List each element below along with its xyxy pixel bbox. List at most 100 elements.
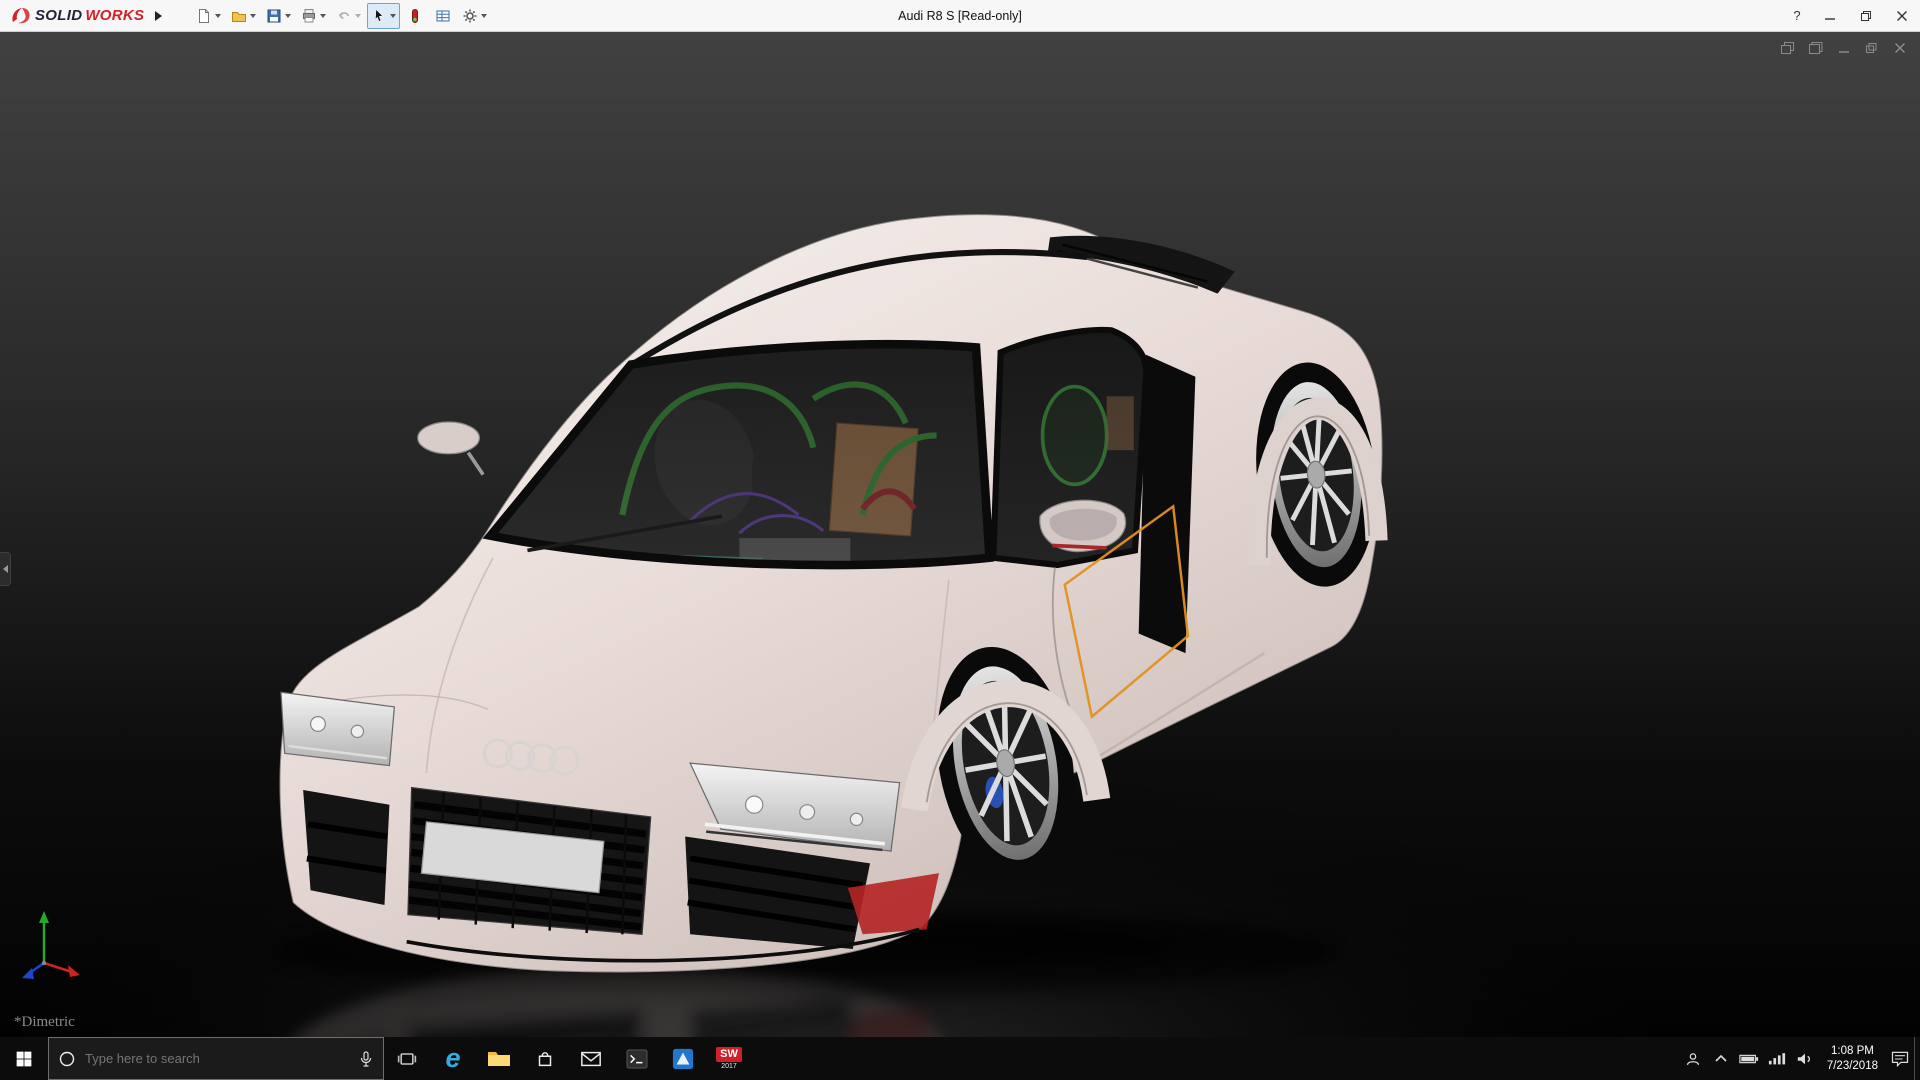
print-button[interactable] xyxy=(297,3,330,29)
restore-icon xyxy=(1860,10,1872,22)
print-icon xyxy=(301,8,317,24)
network-icon xyxy=(1768,1052,1786,1066)
edge-button[interactable]: e xyxy=(430,1037,476,1080)
titlebar: SOLIDWORKS xyxy=(0,0,1920,32)
undo-icon xyxy=(336,8,352,24)
dropdown-caret-icon xyxy=(481,14,487,18)
table-icon xyxy=(435,8,451,24)
doc-minimize-icon xyxy=(1837,42,1851,54)
evaluate-table-button[interactable] xyxy=(430,3,456,29)
screen: SOLIDWORKS xyxy=(0,0,1920,1080)
mail-button[interactable] xyxy=(568,1037,614,1080)
solidworks-taskbar-button[interactable]: SW 2017 xyxy=(706,1037,752,1080)
quick-toolbar xyxy=(192,3,491,29)
cortana-icon xyxy=(59,1051,75,1067)
network-button[interactable] xyxy=(1763,1037,1791,1080)
edrawings-icon xyxy=(672,1048,694,1070)
doc-restore-icon xyxy=(1865,42,1879,54)
volume-icon xyxy=(1796,1051,1814,1067)
edrawings-button[interactable] xyxy=(660,1037,706,1080)
store-button[interactable] xyxy=(522,1037,568,1080)
menu-flyout-arrow[interactable] xyxy=(150,5,166,27)
people-button[interactable] xyxy=(1679,1037,1707,1080)
gear-icon xyxy=(462,8,478,24)
undo-button[interactable] xyxy=(332,3,365,29)
clock-date: 7/23/2018 xyxy=(1827,1059,1878,1074)
dropdown-caret-icon xyxy=(320,14,326,18)
model-scene xyxy=(0,32,1920,1037)
open-folder-icon xyxy=(231,8,247,24)
dropdown-caret-icon xyxy=(250,14,256,18)
windows-logo-icon xyxy=(15,1050,33,1068)
doc-restore-button[interactable] xyxy=(1862,40,1882,56)
options-button[interactable] xyxy=(458,3,491,29)
taskbar: e SW 2017 xyxy=(0,1037,1920,1080)
clock-time: 1:08 PM xyxy=(1831,1044,1874,1059)
dropdown-caret-icon xyxy=(215,14,221,18)
restore-button[interactable] xyxy=(1848,0,1884,32)
orientation-triad xyxy=(12,899,102,989)
store-icon xyxy=(534,1048,556,1070)
rebuild-button[interactable] xyxy=(402,3,428,29)
new-window-icon xyxy=(1780,41,1796,55)
terminal-button[interactable] xyxy=(614,1037,660,1080)
file-explorer-icon xyxy=(487,1049,511,1069)
logo-text-solid: SOLID xyxy=(35,7,82,24)
battery-button[interactable] xyxy=(1735,1037,1763,1080)
new-document-button[interactable] xyxy=(192,3,225,29)
task-view-icon xyxy=(396,1049,418,1069)
show-desktop-button[interactable] xyxy=(1914,1037,1920,1080)
action-center-button[interactable] xyxy=(1886,1037,1914,1080)
taskbar-search[interactable] xyxy=(48,1037,384,1080)
left-arrow-icon xyxy=(3,565,8,573)
new-window-button[interactable] xyxy=(1778,40,1798,56)
select-button[interactable] xyxy=(367,3,400,29)
people-icon xyxy=(1683,1049,1703,1069)
system-tray: 1:08 PM 7/23/2018 xyxy=(1679,1037,1920,1080)
chevron-up-icon xyxy=(1713,1051,1729,1067)
panel-collapse-arrow[interactable] xyxy=(0,552,11,586)
search-input[interactable] xyxy=(83,1050,351,1067)
terminal-icon xyxy=(626,1049,648,1069)
new-document-icon xyxy=(196,8,212,24)
logo-text-works: WORKS xyxy=(85,7,144,24)
battery-icon xyxy=(1739,1052,1759,1066)
dropdown-caret-icon xyxy=(390,14,396,18)
cascade-windows-icon xyxy=(1808,41,1824,55)
dropdown-caret-icon xyxy=(355,14,361,18)
view-orientation-label: *Dimetric xyxy=(14,1014,75,1031)
doc-close-icon xyxy=(1893,42,1907,54)
minimize-button[interactable] xyxy=(1812,0,1848,32)
ds-logo-icon xyxy=(10,6,32,26)
edge-icon: e xyxy=(445,1045,460,1072)
minimize-icon xyxy=(1824,10,1836,22)
dropdown-caret-icon xyxy=(285,14,291,18)
taskbar-clock[interactable]: 1:08 PM 7/23/2018 xyxy=(1819,1037,1886,1080)
window-controls: ? xyxy=(1782,0,1920,32)
viewport-3d[interactable]: *Dimetric xyxy=(0,32,1920,1037)
doc-close-button[interactable] xyxy=(1890,40,1910,56)
flyout-arrow-icon xyxy=(155,11,162,21)
close-icon xyxy=(1896,10,1908,22)
doc-minimize-button[interactable] xyxy=(1834,40,1854,56)
close-button[interactable] xyxy=(1884,0,1920,32)
cascade-windows-button[interactable] xyxy=(1806,40,1826,56)
save-icon xyxy=(266,8,282,24)
mail-icon xyxy=(580,1050,602,1068)
microphone-icon[interactable] xyxy=(359,1051,373,1067)
help-button[interactable]: ? xyxy=(1782,0,1812,32)
task-view-button[interactable] xyxy=(384,1037,430,1080)
file-explorer-button[interactable] xyxy=(476,1037,522,1080)
document-window-controls xyxy=(1778,40,1910,56)
tray-overflow-button[interactable] xyxy=(1707,1037,1735,1080)
select-arrow-icon xyxy=(371,8,387,24)
volume-button[interactable] xyxy=(1791,1037,1819,1080)
action-center-icon xyxy=(1890,1050,1910,1068)
window-title: Audi R8 S [Read-only] xyxy=(898,0,1022,32)
solidworks-logo: SOLIDWORKS xyxy=(0,6,150,26)
open-button[interactable] xyxy=(227,3,260,29)
start-button[interactable] xyxy=(0,1037,48,1080)
rebuild-icon xyxy=(408,8,422,24)
solidworks-taskbar-icon: SW 2017 xyxy=(716,1047,742,1070)
save-button[interactable] xyxy=(262,3,295,29)
